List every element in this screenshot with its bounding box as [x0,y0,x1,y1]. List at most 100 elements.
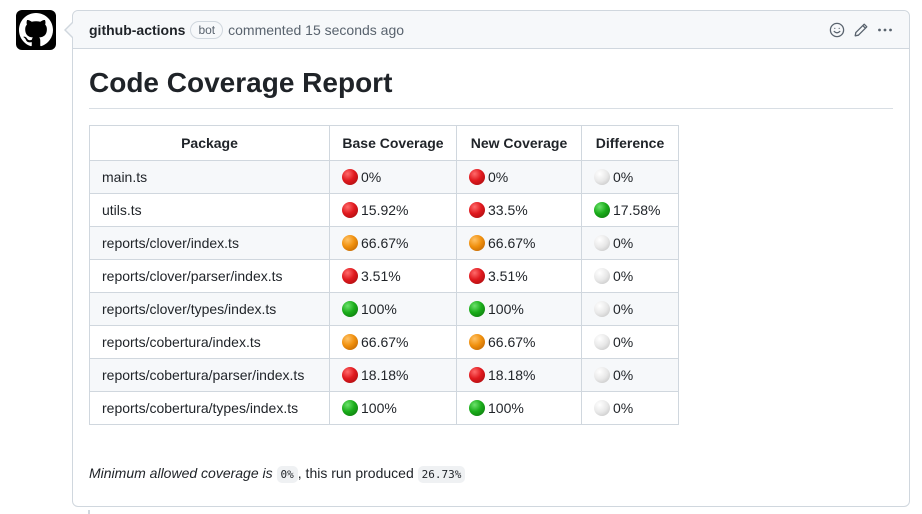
table-row: reports/cobertura/types/index.ts 100% 100%… [89,391,679,425]
green-circle-icon [469,400,485,416]
base-coverage-value: 0% [361,169,382,185]
base-coverage-content: 66.67% [342,334,444,350]
base-coverage-value: 18.18% [361,367,409,383]
base-coverage-value: 66.67% [361,334,409,350]
orange-circle-icon [342,235,358,251]
base-coverage-cell: 0% [329,160,457,194]
white-circle-icon [594,334,610,350]
table-row: utils.ts 15.92% 33.5% 17.58% [89,193,679,227]
orange-circle-icon [469,235,485,251]
column-header-new-coverage: New Coverage [456,125,582,161]
comment-caret-fill [66,23,73,37]
diff-coverage-content: 0% [594,400,666,416]
kebab-icon[interactable] [877,22,893,38]
diff-coverage-value: 17.58% [613,202,661,218]
diff-coverage-cell: 0% [581,160,679,194]
base-coverage-content: 3.51% [342,268,444,284]
diff-coverage-cell: 0% [581,292,679,326]
new-coverage-cell: 100% [456,391,582,425]
base-coverage-value: 100% [361,400,397,416]
table-header-row: Package Base Coverage New Coverage Diffe… [89,125,679,161]
comment-actions [829,22,893,38]
pencil-icon[interactable] [853,22,869,38]
white-circle-icon [594,400,610,416]
new-coverage-cell: 66.67% [456,226,582,260]
diff-coverage-value: 0% [613,400,634,416]
diff-coverage-value: 0% [613,367,634,383]
base-coverage-content: 0% [342,169,444,185]
new-coverage-cell: 18.18% [456,358,582,392]
base-coverage-cell: 3.51% [329,259,457,293]
author-link[interactable]: github-actions [89,22,185,38]
white-circle-icon [594,169,610,185]
white-circle-icon [594,268,610,284]
table-row: reports/clover/index.ts 66.67% 66.67% 0% [89,226,679,260]
base-coverage-content: 66.67% [342,235,444,251]
avatar[interactable] [16,10,56,50]
base-coverage-value: 3.51% [361,268,401,284]
smiley-icon[interactable] [829,22,845,38]
diff-coverage-value: 0% [613,334,634,350]
summary-prefix: Minimum allowed coverage is [89,465,273,481]
base-coverage-cell: 100% [329,391,457,425]
new-coverage-content: 100% [469,301,569,317]
red-circle-icon [469,268,485,284]
report-title: Code Coverage Report [89,65,893,109]
bot-badge: bot [190,20,224,39]
base-coverage-cell: 100% [329,292,457,326]
orange-circle-icon [469,334,485,350]
red-circle-icon [342,367,358,383]
diff-coverage-content: 0% [594,235,666,251]
red-circle-icon [469,202,485,218]
red-circle-icon [342,169,358,185]
new-coverage-value: 18.18% [488,367,536,383]
new-coverage-content: 66.67% [469,334,569,350]
comment-body: Code Coverage Report Package Base Covera… [73,49,909,485]
package-name: reports/cobertura/types/index.ts [89,391,330,425]
diff-coverage-cell: 0% [581,358,679,392]
new-coverage-cell: 33.5% [456,193,582,227]
column-header-base-coverage: Base Coverage [329,125,457,161]
new-coverage-content: 3.51% [469,268,569,284]
table-row: reports/cobertura/parser/index.ts 18.18% 1… [89,358,679,392]
red-circle-icon [469,169,485,185]
new-coverage-content: 0% [469,169,569,185]
diff-coverage-cell: 0% [581,259,679,293]
base-coverage-content: 100% [342,400,444,416]
green-circle-icon [594,202,610,218]
produced-coverage-value: 26.73% [417,466,466,483]
comment-timestamp[interactable]: commented 15 seconds ago [228,22,404,38]
diff-coverage-content: 0% [594,169,666,185]
comment-header: github-actions bot commented 15 seconds … [73,11,909,49]
new-coverage-value: 33.5% [488,202,528,218]
diff-coverage-cell: 0% [581,391,679,425]
base-coverage-value: 100% [361,301,397,317]
diff-coverage-value: 0% [613,235,634,251]
green-circle-icon [469,301,485,317]
new-coverage-value: 66.67% [488,334,536,350]
table-row: reports/cobertura/index.ts 66.67% 66.67% 0% [89,325,679,359]
minimum-coverage-value: 0% [276,466,298,483]
page: github-actions bot commented 15 seconds … [0,0,922,514]
package-name: reports/clover/parser/index.ts [89,259,330,293]
table-row: reports/clover/parser/index.ts 3.51% 3.51%… [89,259,679,293]
new-coverage-value: 100% [488,400,524,416]
base-coverage-value: 66.67% [361,235,409,251]
summary-middle: , this run produced [297,465,414,481]
new-coverage-cell: 100% [456,292,582,326]
base-coverage-cell: 18.18% [329,358,457,392]
new-coverage-cell: 0% [456,160,582,194]
coverage-rows: main.ts 0% 0% 0% utils.ts 15.92% 33.5% 17.58% re… [89,160,679,425]
diff-coverage-content: 17.58% [594,202,666,218]
diff-coverage-cell: 0% [581,226,679,260]
diff-coverage-content: 0% [594,367,666,383]
orange-circle-icon [342,334,358,350]
diff-coverage-value: 0% [613,301,634,317]
new-coverage-value: 0% [488,169,509,185]
package-name: utils.ts [89,193,330,227]
base-coverage-value: 15.92% [361,202,409,218]
white-circle-icon [594,235,610,251]
package-name: reports/cobertura/parser/index.ts [89,358,330,392]
green-circle-icon [342,400,358,416]
diff-coverage-value: 0% [613,268,634,284]
